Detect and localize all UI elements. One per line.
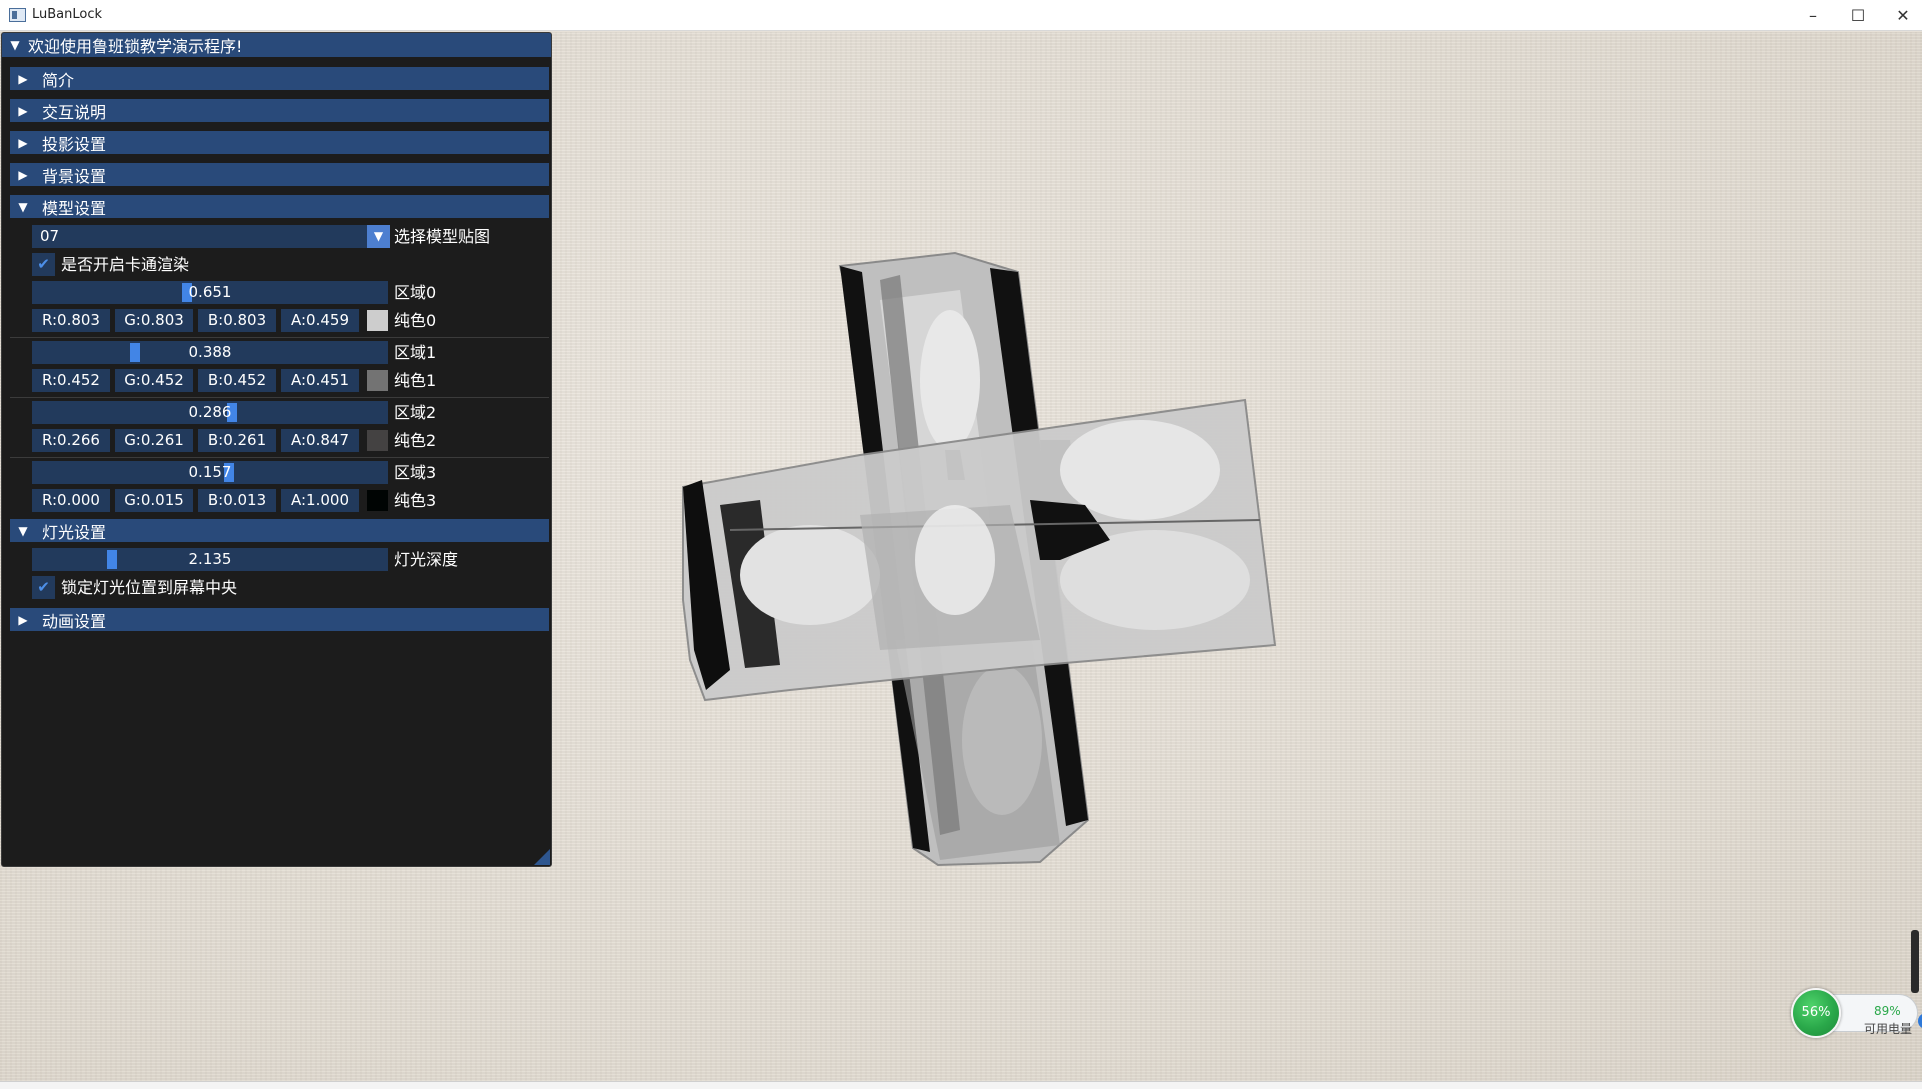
region0-slider[interactable]: 0.651 [32,281,388,304]
color1-g-field[interactable]: G:0.452 [115,369,193,392]
section-label: 背景设置 [42,166,107,186]
region1-slider[interactable]: 0.388 [32,341,388,364]
section-label: 动画设置 [42,611,107,631]
color2-g-field[interactable]: G:0.261 [115,429,193,452]
color2-b-field[interactable]: B:0.261 [198,429,276,452]
region3-value: 0.157 [188,463,232,481]
section-header-intro[interactable]: ▶ 简介 [10,67,549,90]
light-depth-value: 2.135 [188,550,232,568]
section-label: 投影设置 [42,134,107,154]
section-header-light[interactable]: ▼ 灯光设置 [10,519,549,542]
resize-grip[interactable] [534,849,550,865]
section-label: 灯光设置 [42,522,107,542]
color1-b-field[interactable]: B:0.452 [198,369,276,392]
color0-g-field[interactable]: G:0.803 [115,309,193,332]
region0-value: 0.651 [188,283,232,301]
collapse-arrow-icon: ▼ [18,523,28,538]
color1-swatch[interactable] [367,370,388,391]
divider [10,337,549,338]
section-label: 交互说明 [42,102,107,122]
region2-slider[interactable]: 0.286 [32,401,388,424]
divider [10,397,549,398]
color3-b-field[interactable]: B:0.013 [198,489,276,512]
minimize-button[interactable]: – [1790,0,1836,31]
color0-r-field[interactable]: R:0.803 [32,309,110,332]
section-header-projection[interactable]: ▶ 投影设置 [10,131,549,154]
panel-title-bar[interactable]: ▼ 欢迎使用鲁班锁教学演示程序! [2,33,551,57]
bottom-border [0,1081,1922,1089]
light-depth-slider[interactable]: 2.135 [32,548,388,571]
collapse-arrow-icon[interactable]: ▼ [8,38,22,52]
battery-ball[interactable]: 56% [1791,988,1841,1038]
color0-label: 纯色0 [394,311,437,330]
dropdown-arrow-icon[interactable]: ▼ [367,225,390,248]
maximize-button[interactable]: ☐ [1835,0,1881,31]
texture-select-label: 选择模型贴图 [394,227,491,246]
section-header-background[interactable]: ▶ 背景设置 [10,163,549,186]
collapse-arrow-icon: ▼ [18,199,28,214]
toon-rendering-label: 是否开启卡通渲染 [61,255,190,274]
toon-rendering-checkbox[interactable]: ✔ [32,253,55,276]
texture-select[interactable]: 07 ▼ [32,225,390,248]
divider [10,457,549,458]
color0-b-field[interactable]: B:0.803 [198,309,276,332]
region2-label: 区域2 [394,403,437,422]
color1-r-field[interactable]: R:0.452 [32,369,110,392]
lock-light-label: 锁定灯光位置到屏幕中央 [61,578,238,597]
expand-arrow-icon: ▶ [18,103,28,118]
color2-label: 纯色2 [394,431,437,450]
section-label: 简介 [42,70,75,90]
color1-label: 纯色1 [394,371,437,390]
region2-value: 0.286 [188,403,232,421]
lock-light-checkbox[interactable]: ✔ [32,576,55,599]
battery-percent: 89% [1874,1004,1901,1018]
expand-arrow-icon: ▶ [18,71,28,86]
expand-arrow-icon: ▶ [18,167,28,182]
title-bar: LuBanLock – ☐ ✕ [0,0,1922,31]
battery-widget[interactable]: 89% 可用电量 + 56% [1791,988,1922,1038]
color3-g-field[interactable]: G:0.015 [115,489,193,512]
close-button[interactable]: ✕ [1880,0,1922,31]
color3-r-field[interactable]: R:0.000 [32,489,110,512]
region3-slider[interactable]: 0.157 [32,461,388,484]
section-header-model[interactable]: ▼ 模型设置 [10,195,549,218]
settings-panel[interactable]: ▼ 欢迎使用鲁班锁教学演示程序! ▶ 简介 ▶ 交互说明 ▶ 投影设置 ▶ 背景… [1,32,552,867]
window-title: LuBanLock [32,7,103,22]
color0-a-field[interactable]: A:0.459 [281,309,359,332]
section-label: 模型设置 [42,198,107,218]
section-header-interaction[interactable]: ▶ 交互说明 [10,99,549,122]
region1-label: 区域1 [394,343,437,362]
color2-r-field[interactable]: R:0.266 [32,429,110,452]
battery-label: 可用电量 [1864,1022,1913,1036]
color3-swatch[interactable] [367,490,388,511]
horizontal-piece [682,398,1277,702]
color1-a-field[interactable]: A:0.451 [281,369,359,392]
color2-swatch[interactable] [367,430,388,451]
region3-label: 区域3 [394,463,437,482]
texture-select-value: 07 [40,227,60,245]
expand-arrow-icon: ▶ [18,135,28,150]
color3-a-field[interactable]: A:1.000 [281,489,359,512]
panel-title: 欢迎使用鲁班锁教学演示程序! [28,37,243,56]
region1-value: 0.388 [188,343,232,361]
color2-a-field[interactable]: A:0.847 [281,429,359,452]
section-header-animation[interactable]: ▶ 动画设置 [10,608,549,631]
region0-label: 区域0 [394,283,437,302]
color3-label: 纯色3 [394,491,437,510]
app-window-icon [9,8,26,22]
expand-arrow-icon: ▶ [18,612,28,627]
edge-scroll-handle[interactable] [1911,930,1919,993]
light-depth-label: 灯光深度 [394,550,459,569]
color0-swatch[interactable] [367,310,388,331]
